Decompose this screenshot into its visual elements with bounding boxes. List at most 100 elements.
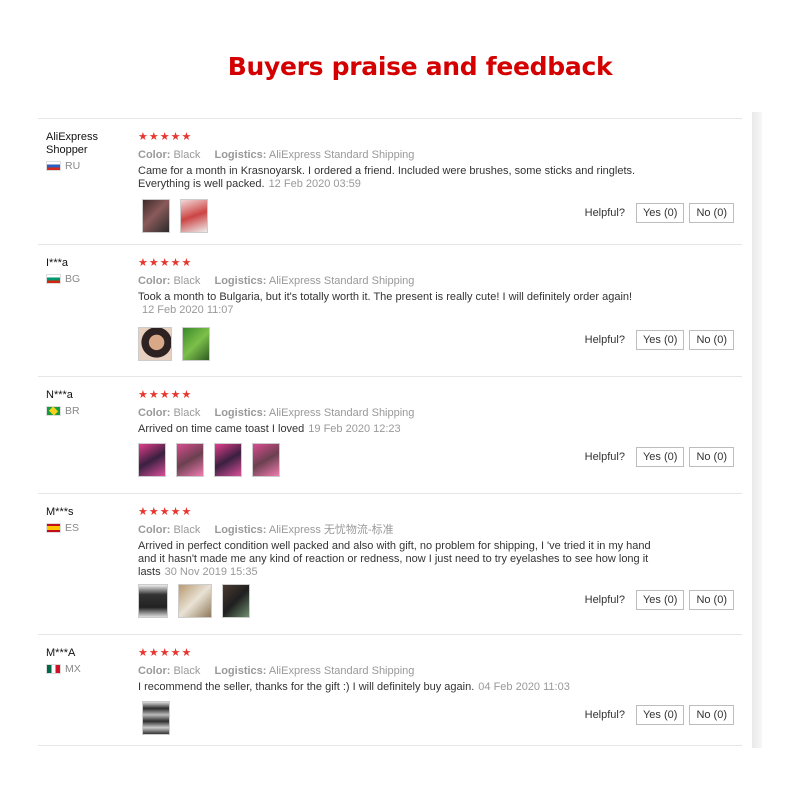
buyer-name: N***a — [46, 389, 73, 401]
helpful-no-button[interactable]: No (0) — [689, 590, 734, 610]
review-date: 30 Nov 2019 15:35 — [164, 566, 258, 578]
country-code: RU — [65, 160, 81, 172]
review-photo[interactable] — [182, 327, 210, 361]
review-photo[interactable] — [142, 701, 170, 735]
review-photo[interactable] — [138, 443, 166, 477]
helpful-yes-button[interactable]: Yes (0) — [635, 330, 685, 350]
review-content: ★★★★★ Color: Black Logistics: AliExpress… — [138, 647, 688, 694]
buyer-info: N***a BR — [46, 389, 134, 417]
buyer-country: BG — [46, 273, 134, 285]
helpful-votes: Helpful? Yes (0) No (0) — [585, 705, 734, 725]
helpful-label: Helpful? — [584, 334, 625, 346]
logistics-label: Logistics: — [214, 149, 267, 161]
logistics-value: AliExpress 无忧物流-标准 — [268, 524, 394, 536]
review-body: Arrived on time came toast I loved — [138, 423, 305, 435]
flag-es-icon — [46, 523, 61, 533]
flag-mx-icon — [46, 664, 61, 674]
logistics-label: Logistics: — [214, 407, 267, 419]
review-body: I recommend the seller, thanks for the g… — [138, 681, 475, 693]
helpful-votes: Helpful? Yes (0) No (0) — [585, 590, 734, 610]
color-value: Black — [173, 149, 201, 161]
color-label: Color: — [138, 275, 171, 287]
review-item: N***a BR ★★★★★ Color: Black Logistics: A… — [38, 377, 742, 494]
review-photo[interactable] — [142, 199, 170, 233]
buyer-info: AliExpress Shopper RU — [46, 131, 134, 172]
review-item: AliExpress Shopper RU ★★★★★ Color: Black… — [38, 119, 742, 245]
buyer-info: I***a BG — [46, 257, 134, 285]
review-text: Arrived in perfect condition well packed… — [138, 540, 658, 579]
helpful-label: Helpful? — [584, 594, 625, 606]
review-photo[interactable] — [176, 443, 204, 477]
country-code: BR — [65, 405, 80, 417]
review-photo[interactable] — [180, 199, 208, 233]
logistics-label: Logistics: — [214, 524, 267, 536]
review-content: ★★★★★ Color: Black Logistics: AliExpress… — [138, 389, 688, 436]
buyer-info: M***s ES — [46, 506, 134, 534]
color-value: Black — [173, 524, 201, 536]
helpful-label: Helpful? — [584, 451, 625, 463]
logistics-value: AliExpress Standard Shipping — [268, 275, 415, 287]
helpful-label: Helpful? — [584, 207, 625, 219]
color-label: Color: — [138, 407, 171, 419]
helpful-yes-button[interactable]: Yes (0) — [635, 705, 685, 725]
star-rating: ★★★★★ — [138, 257, 193, 269]
helpful-votes: Helpful? Yes (0) No (0) — [585, 330, 734, 350]
star-rating: ★★★★★ — [138, 389, 193, 401]
helpful-yes-button[interactable]: Yes (0) — [635, 203, 685, 223]
review-body: Took a month to Bulgaria, but it's total… — [138, 291, 633, 303]
helpful-yes-button[interactable]: Yes (0) — [635, 447, 685, 467]
color-label: Color: — [138, 524, 171, 536]
buyer-country: ES — [46, 522, 134, 534]
flag-bg-icon — [46, 274, 61, 284]
review-content: ★★★★★ Color: Black Logistics: AliExpress… — [138, 131, 688, 191]
logistics-label: Logistics: — [214, 665, 267, 677]
color-value: Black — [173, 407, 201, 419]
logistics-value: AliExpress Standard Shipping — [268, 665, 415, 677]
helpful-votes: Helpful? Yes (0) No (0) — [585, 447, 734, 467]
country-code: ES — [65, 522, 80, 534]
review-date: 12 Feb 2020 03:59 — [268, 178, 361, 190]
review-text: Took a month to Bulgaria, but it's total… — [138, 291, 688, 317]
buyer-name: I***a — [46, 257, 69, 269]
color-value: Black — [173, 665, 201, 677]
helpful-votes: Helpful? Yes (0) No (0) — [585, 203, 734, 223]
scrollbar-track — [752, 112, 762, 748]
helpful-no-button[interactable]: No (0) — [689, 705, 734, 725]
buyer-name: M***A — [46, 647, 76, 659]
review-photos — [142, 199, 218, 233]
review-photos — [138, 443, 290, 477]
review-photo[interactable] — [178, 584, 212, 618]
review-photo[interactable] — [138, 327, 172, 361]
logistics-value: AliExpress Standard Shipping — [268, 149, 415, 161]
buyer-name: M***s — [46, 506, 74, 518]
review-list: AliExpress Shopper RU ★★★★★ Color: Black… — [38, 118, 742, 746]
review-attributes: Color: Black Logistics: AliExpress 无忧物流-… — [138, 523, 688, 537]
star-rating: ★★★★★ — [138, 131, 193, 143]
review-photo[interactable] — [214, 443, 242, 477]
review-date: 12 Feb 2020 11:07 — [142, 304, 234, 316]
review-photos — [138, 584, 260, 618]
review-item: M***s ES ★★★★★ Color: Black Logistics: A… — [38, 494, 742, 635]
review-item: I***a BG ★★★★★ Color: Black Logistics: A… — [38, 245, 742, 377]
logistics-label: Logistics: — [214, 275, 267, 287]
review-photo[interactable] — [252, 443, 280, 477]
buyer-country: MX — [46, 663, 134, 675]
helpful-no-button[interactable]: No (0) — [689, 203, 734, 223]
review-text: Came for a month in Krasnoyarsk. I order… — [138, 165, 688, 191]
star-rating: ★★★★★ — [138, 647, 193, 659]
color-label: Color: — [138, 665, 171, 677]
helpful-label: Helpful? — [584, 709, 625, 721]
review-photo[interactable] — [222, 584, 250, 618]
star-rating: ★★★★★ — [138, 506, 193, 518]
review-photo[interactable] — [138, 584, 168, 618]
review-content: ★★★★★ Color: Black Logistics: AliExpress… — [138, 506, 688, 579]
review-attributes: Color: Black Logistics: AliExpress Stand… — [138, 406, 688, 420]
helpful-no-button[interactable]: No (0) — [689, 447, 734, 467]
flag-br-icon — [46, 406, 61, 416]
review-attributes: Color: Black Logistics: AliExpress Stand… — [138, 664, 688, 678]
buyer-name: AliExpress Shopper — [46, 131, 98, 156]
page-title: Buyers praise and feedback — [227, 52, 613, 81]
helpful-no-button[interactable]: No (0) — [689, 330, 734, 350]
helpful-yes-button[interactable]: Yes (0) — [635, 590, 685, 610]
review-content: ★★★★★ Color: Black Logistics: AliExpress… — [138, 257, 688, 317]
